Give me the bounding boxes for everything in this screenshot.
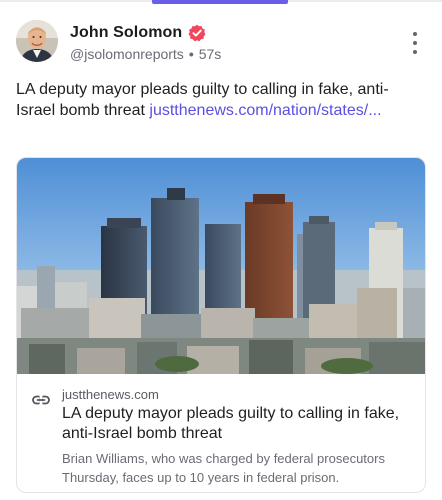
author-handle[interactable]: @jsolomonreports xyxy=(70,46,184,62)
link-preview-domain: justthenews.com xyxy=(62,387,159,402)
author-name[interactable]: John Solomon xyxy=(70,24,182,42)
meta-separator: • xyxy=(188,46,194,62)
link-preview-title: LA deputy mayor pleads guilty to calling… xyxy=(62,405,400,442)
verified-badge-icon xyxy=(188,24,206,42)
more-vertical-icon[interactable] xyxy=(410,32,420,54)
post-link[interactable]: justthenews.com/nation/states/... xyxy=(149,102,381,119)
avatar[interactable] xyxy=(16,20,58,62)
link-preview-body: justthenews.com LA deputy mayor pleads g… xyxy=(17,374,425,492)
link-icon xyxy=(31,390,51,410)
link-preview-image xyxy=(17,158,425,374)
active-tab-indicator xyxy=(152,0,288,4)
post-timestamp[interactable]: 57s xyxy=(199,46,222,62)
post-body: LA deputy mayor pleads guilty to calling… xyxy=(16,79,426,121)
post-header: John Solomon @jsolomonreports • 57s xyxy=(16,20,426,66)
link-preview-card[interactable]: justthenews.com LA deputy mayor pleads g… xyxy=(16,157,426,493)
link-preview-description: Brian Williams, who was charged by feder… xyxy=(62,451,385,485)
post-meta: @jsolomonreports • 57s xyxy=(70,45,221,63)
author-row: John Solomon xyxy=(70,23,206,43)
